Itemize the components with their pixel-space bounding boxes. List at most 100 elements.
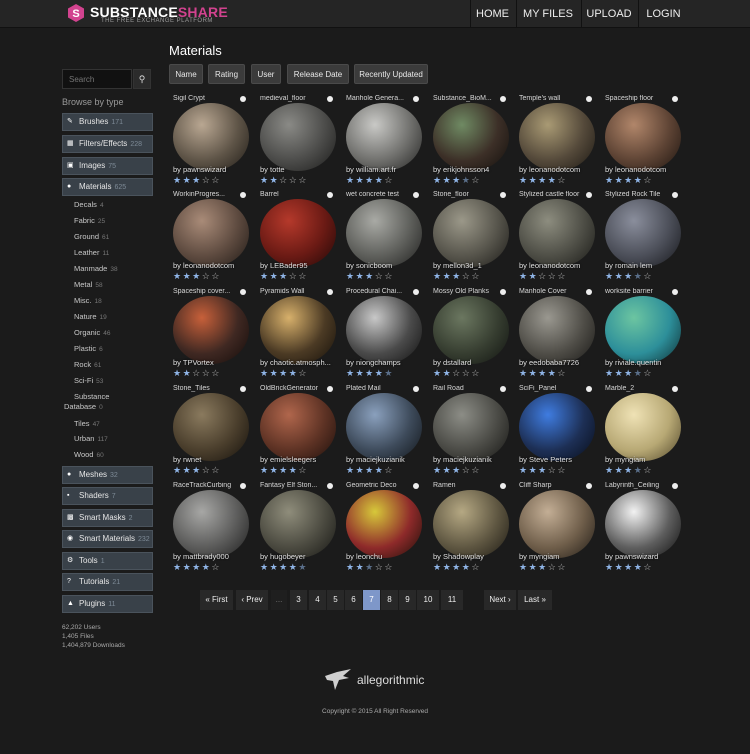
material-card[interactable]: Manhole Cover by eedobaba7726 ★★★★☆ <box>515 288 600 382</box>
material-card[interactable]: Stone_Tiles by rwnet ★★★☆☆ <box>169 385 254 479</box>
material-card[interactable]: Mossy Old Planks by dstallard ★★☆☆☆ <box>429 288 514 382</box>
material-card[interactable]: Procedural Chai... by niongchamps ★★★★★ <box>342 288 427 382</box>
subcategory-nature[interactable]: Nature 19 <box>74 312 107 323</box>
material-card[interactable]: Pyramids Wall by chaotic.atmosph... ★★★★☆ <box>256 288 341 382</box>
material-card[interactable]: Stylized castle floor by leonanodotcom ★★☆… <box>515 191 600 285</box>
subcategory-misc[interactable]: Misc. 18 <box>74 296 102 307</box>
material-author[interactable]: by maciejkuzianik <box>346 455 426 464</box>
material-author[interactable]: by sonicboom <box>346 261 426 270</box>
material-author[interactable]: by leonchu <box>346 552 426 561</box>
category-brushes[interactable]: ✎ Brushes 171 <box>62 113 153 131</box>
material-author[interactable]: by eedobaba7726 <box>519 358 599 367</box>
material-title[interactable]: OldBrickGenerator <box>260 385 330 392</box>
page-4[interactable]: 4 <box>309 590 326 610</box>
material-preview-sphere[interactable] <box>260 103 336 171</box>
material-author[interactable]: by myngiam <box>605 455 685 464</box>
material-preview-sphere[interactable] <box>173 490 249 558</box>
page-6[interactable]: 6 <box>345 590 362 610</box>
material-card[interactable]: Cliff Sharp by myngiam ★★★☆☆ <box>515 482 600 576</box>
material-card[interactable]: Rail Road by maciejkuzianik ★★★☆☆ <box>429 385 514 479</box>
material-author[interactable]: by LEBader95 <box>260 261 340 270</box>
material-card[interactable]: Geometric Deco by leonchu ★★★☆☆ <box>342 482 427 576</box>
material-preview-sphere[interactable] <box>260 490 336 558</box>
page-last[interactable]: Last » <box>518 590 552 610</box>
material-preview-sphere[interactable] <box>346 393 422 461</box>
material-author[interactable]: by rwnet <box>173 455 253 464</box>
material-card[interactable]: Spaceship cover... by TPVortex ★★☆☆☆ <box>169 288 254 382</box>
material-preview-sphere[interactable] <box>346 199 422 267</box>
subcategory-leather[interactable]: Leather 11 <box>74 248 109 259</box>
category-plugins[interactable]: ▲ Plugins 11 <box>62 595 153 613</box>
category-shaders[interactable]: ▪ Shaders 7 <box>62 487 153 505</box>
material-title[interactable]: Spaceship cover... <box>173 288 243 295</box>
material-title[interactable]: Mossy Old Planks <box>433 288 503 295</box>
material-preview-sphere[interactable] <box>260 199 336 267</box>
material-author[interactable]: by leonanodotcom <box>173 261 253 270</box>
subcategory-tiles[interactable]: Tiles 47 <box>74 419 100 430</box>
material-author[interactable]: by william.art.fr <box>346 165 426 174</box>
material-title[interactable]: Stylized castle floor <box>519 191 589 198</box>
category-materials[interactable]: ● Materials 625 <box>62 178 153 196</box>
material-author[interactable]: by totte <box>260 165 340 174</box>
material-preview-sphere[interactable] <box>519 393 595 461</box>
nav-login[interactable]: LOGIN <box>638 0 688 28</box>
material-author[interactable]: by leonanodotcom <box>519 261 599 270</box>
material-title[interactable]: Procedural Chai... <box>346 288 416 295</box>
material-author[interactable]: by leonanodotcom <box>605 165 685 174</box>
material-card[interactable]: RaceTrackCurbing by mattbrady000 ★★★★☆ <box>169 482 254 576</box>
page-first[interactable]: « First <box>200 590 233 610</box>
material-author[interactable]: by emielsleegers <box>260 455 340 464</box>
subcategory-plastic[interactable]: Plastic 6 <box>74 344 103 355</box>
material-author[interactable]: by Steve Peters <box>519 455 599 464</box>
material-title[interactable]: Stylized Rock Tile <box>605 191 675 198</box>
category-images[interactable]: ▣ Images 75 <box>62 157 153 175</box>
material-card[interactable]: Stylized Rock Tile by romain lem ★★★★☆ <box>601 191 686 285</box>
material-title[interactable]: Stone_floor <box>433 191 503 198</box>
material-card[interactable]: Spaceship floor by leonanodotcom ★★★★☆ <box>601 95 686 189</box>
material-title[interactable]: Sigil Crypt <box>173 95 243 102</box>
nav-home[interactable]: HOME <box>470 0 514 28</box>
allegorithmic-brand[interactable]: allegorithmic <box>357 673 424 687</box>
sort-recently-updated-button[interactable]: Recently Updated <box>354 64 428 84</box>
sort-release-date-button[interactable]: Release Date <box>287 64 349 84</box>
material-author[interactable]: by pawnswizard <box>173 165 253 174</box>
material-card[interactable]: OldBrickGenerator by emielsleegers ★★★★☆ <box>256 385 341 479</box>
page-8[interactable]: 8 <box>381 590 398 610</box>
material-card[interactable]: Ramen by Shadowplay ★★★★☆ <box>429 482 514 576</box>
page-11[interactable]: 11 <box>441 590 463 610</box>
material-title[interactable]: Substance_BioM... <box>433 95 503 102</box>
sort-name-button[interactable]: Name <box>169 64 203 84</box>
category-tutorials[interactable]: ? Tutorials 21 <box>62 573 153 591</box>
material-title[interactable]: medieval_floor <box>260 95 330 102</box>
material-title[interactable]: Marble_2 <box>605 385 675 392</box>
material-author[interactable]: by romain lem <box>605 261 685 270</box>
material-card[interactable]: worksite barrier by riviale.quentin ★★★★☆ <box>601 288 686 382</box>
material-preview-sphere[interactable] <box>605 393 681 461</box>
material-title[interactable]: Barrel <box>260 191 330 198</box>
material-card[interactable]: Barrel by LEBader95 ★★★☆☆ <box>256 191 341 285</box>
material-author[interactable]: by myngiam <box>519 552 599 561</box>
material-title[interactable]: Manhole Cover <box>519 288 589 295</box>
material-author[interactable]: by TPVortex <box>173 358 253 367</box>
material-title[interactable]: Rail Road <box>433 385 503 392</box>
material-author[interactable]: by maciejkuzianik <box>433 455 513 464</box>
material-preview-sphere[interactable] <box>519 103 595 171</box>
material-author[interactable]: by mattbrady000 <box>173 552 253 561</box>
category-tools[interactable]: ⚙ Tools 1 <box>62 552 153 570</box>
material-card[interactable]: Stone_floor by mellon3d_1 ★★★☆☆ <box>429 191 514 285</box>
subcategory-ground[interactable]: Ground 61 <box>74 232 109 243</box>
material-preview-sphere[interactable] <box>519 199 595 267</box>
material-preview-sphere[interactable] <box>346 103 422 171</box>
material-card[interactable]: Manhole Genera... by william.art.fr ★★★★☆ <box>342 95 427 189</box>
page-3[interactable]: 3 <box>290 590 307 610</box>
material-author[interactable]: by niongchamps <box>346 358 426 367</box>
material-title[interactable]: Spaceship floor <box>605 95 675 102</box>
material-preview-sphere[interactable] <box>433 199 509 267</box>
material-card[interactable]: Labyrinth_Ceiling by pawnswizard ★★★★☆ <box>601 482 686 576</box>
material-card[interactable]: Marble_2 by myngiam ★★★★☆ <box>601 385 686 479</box>
material-title[interactable]: Geometric Deco <box>346 482 416 489</box>
material-author[interactable]: by hugobeyer <box>260 552 340 561</box>
material-preview-sphere[interactable] <box>433 393 509 461</box>
material-preview-sphere[interactable] <box>433 296 509 364</box>
subcategory-decals[interactable]: Decals 4 <box>74 200 104 211</box>
